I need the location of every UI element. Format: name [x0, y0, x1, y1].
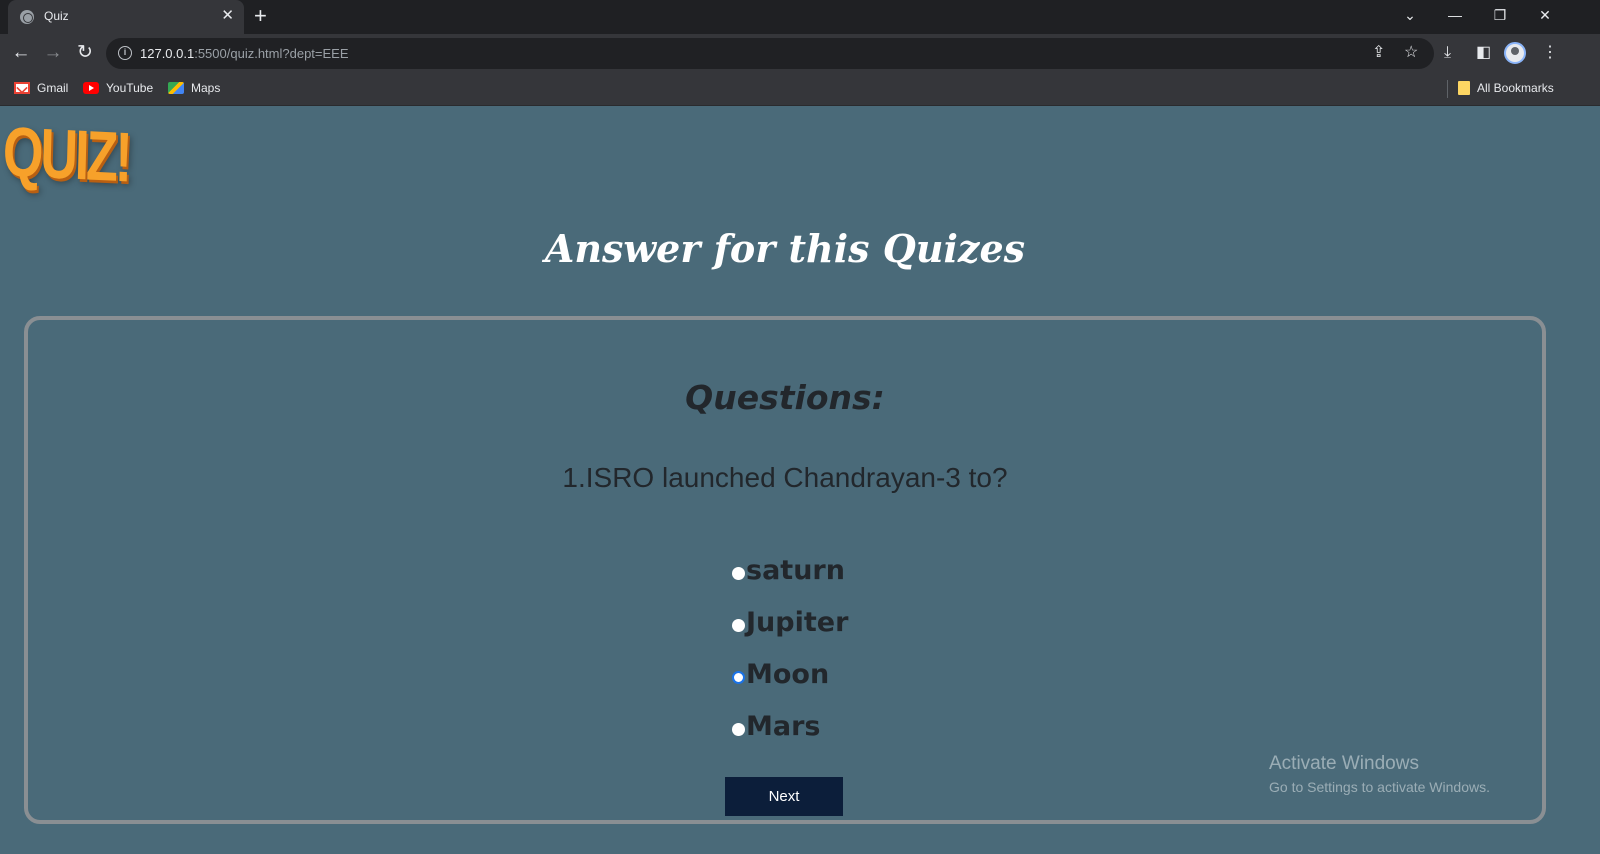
questions-label: Questions: — [685, 378, 885, 417]
minimize-button[interactable]: — — [1443, 4, 1467, 26]
radio-button[interactable] — [732, 566, 745, 580]
option-saturn[interactable]: saturn — [732, 544, 848, 596]
side-panel-icon[interactable]: ◧ — [1476, 43, 1491, 63]
option-label[interactable]: Mars — [746, 711, 820, 742]
bookmarks-divider — [1447, 80, 1448, 98]
gmail-icon — [14, 82, 30, 94]
all-bookmarks[interactable]: All Bookmarks — [1458, 81, 1554, 95]
menu-kebab-icon[interactable]: ⋮ — [1542, 43, 1558, 63]
new-tab-button[interactable]: + — [254, 4, 267, 28]
globe-icon — [20, 10, 34, 24]
watermark-title: Activate Windows — [1269, 753, 1419, 774]
youtube-icon — [83, 82, 99, 94]
watermark-subtitle: Go to Settings to activate Windows. — [1269, 779, 1490, 795]
all-bookmarks-label: All Bookmarks — [1477, 81, 1554, 95]
option-label[interactable]: Moon — [746, 659, 829, 690]
close-window-button[interactable]: ✕ — [1533, 4, 1557, 26]
bookmarks-bar: Gmail YouTube Maps All Bookmarks — [0, 72, 1600, 106]
forward-arrow-icon[interactable]: → — [41, 41, 65, 65]
profile-avatar[interactable] — [1504, 42, 1526, 64]
bookmark-youtube[interactable]: YouTube — [83, 81, 153, 95]
address-bar[interactable]: i 127.0.0.1:5500/quiz.html?dept=EEE ⇪ ☆ — [106, 38, 1434, 69]
option-moon[interactable]: Moon — [732, 648, 848, 700]
share-icon[interactable]: ⇪ — [1372, 43, 1385, 63]
option-mars[interactable]: Mars — [732, 700, 848, 752]
bookmark-label: YouTube — [106, 81, 154, 95]
activate-windows-watermark: Activate Windows Go to Settings to activ… — [1269, 752, 1490, 797]
radio-button-selected[interactable] — [732, 670, 745, 684]
answer-options: saturn Jupiter Moon Mars — [732, 544, 848, 752]
site-info-icon[interactable]: i — [118, 46, 132, 60]
browser-titlebar: Quiz ✕ + ⌄ — ❐ ✕ — [0, 0, 1600, 34]
option-label[interactable]: saturn — [746, 555, 845, 586]
bookmark-label: Maps — [191, 81, 221, 95]
url-host: 127.0.0.1 — [140, 46, 195, 61]
quiz-card: Questions: 1.ISRO launched Chandrayan-3 … — [24, 316, 1546, 824]
back-arrow-icon[interactable]: ← — [9, 41, 33, 65]
folder-icon — [1458, 81, 1470, 95]
reload-icon[interactable]: ↻ — [73, 41, 97, 65]
question-text: 1.ISRO launched Chandrayan-3 to? — [562, 462, 1008, 493]
browser-tab[interactable]: Quiz ✕ — [8, 0, 244, 34]
download-icon[interactable]: ⤓ — [1444, 43, 1451, 63]
option-label[interactable]: Jupiter — [746, 607, 848, 638]
radio-button[interactable] — [732, 618, 745, 632]
radio-button[interactable] — [732, 722, 745, 736]
bookmark-star-icon[interactable]: ☆ — [1404, 43, 1418, 63]
bookmark-label: Gmail — [37, 81, 69, 95]
browser-toolbar: ← → ↻ i 127.0.0.1:5500/quiz.html?dept=EE… — [0, 34, 1600, 72]
bookmark-maps[interactable]: Maps — [168, 81, 220, 95]
tab-search-icon[interactable]: ⌄ — [1398, 4, 1422, 26]
maps-icon — [168, 82, 184, 94]
url-path: :5500/quiz.html?dept=EEE — [194, 46, 349, 61]
quiz-logo: QUIZ! — [1, 113, 131, 198]
tab-title: Quiz — [44, 9, 69, 23]
bookmark-gmail[interactable]: Gmail — [14, 81, 68, 95]
quiz-page: QUIZ! Answer for this Quizes Questions: … — [0, 106, 1600, 854]
next-button[interactable]: Next — [725, 777, 843, 816]
option-jupiter[interactable]: Jupiter — [732, 596, 848, 648]
restore-button[interactable]: ❐ — [1488, 4, 1512, 26]
tab-close-button[interactable]: ✕ — [221, 7, 234, 25]
page-heading: Answer for this Quizes — [544, 226, 1026, 271]
url-text[interactable]: 127.0.0.1:5500/quiz.html?dept=EEE — [140, 46, 349, 61]
